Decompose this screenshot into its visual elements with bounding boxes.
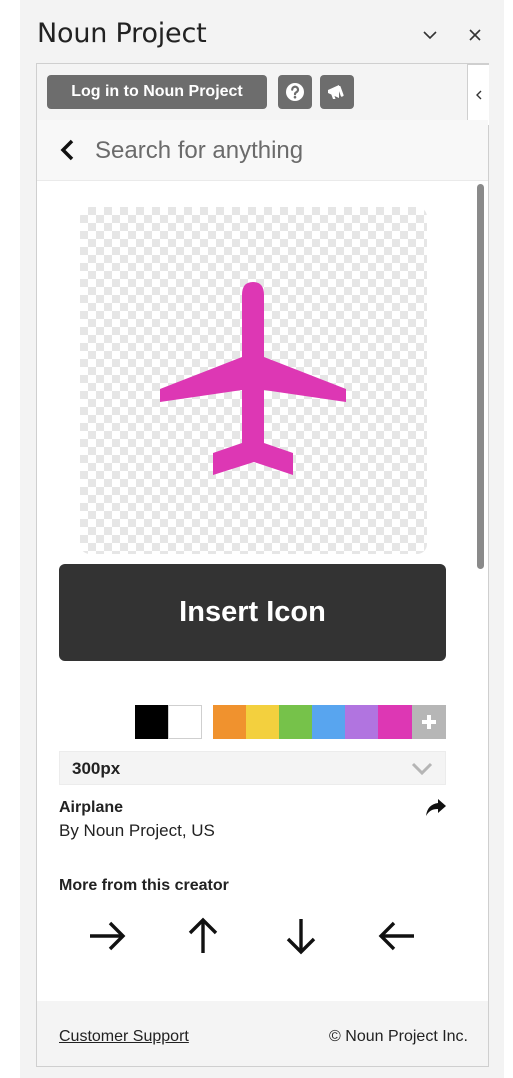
share-icon[interactable] [425,796,447,818]
color-swatch-magenta[interactable] [378,705,412,739]
help-button[interactable] [278,75,312,109]
collapse-panel-button[interactable] [467,64,489,126]
back-button[interactable] [57,138,77,162]
scrollbar-thumb[interactable] [477,184,484,569]
size-select[interactable]: 300px [59,751,446,785]
icon-name: Airplane [59,799,124,816]
icon-preview [80,207,427,554]
task-pane: Noun Project Log in to Noun Project Sear… [20,0,504,1078]
add-color-button[interactable] [412,705,446,739]
color-swatch-yellow[interactable] [246,705,279,739]
chevron-down-icon [411,762,433,776]
help-icon [286,83,304,101]
search-input[interactable]: Search for anything [95,137,303,165]
color-swatch-orange[interactable] [213,705,246,739]
search-bar[interactable]: Search for anything [37,120,488,181]
arrow-left-icon[interactable] [373,912,421,960]
announcements-button[interactable] [320,75,354,109]
insert-icon-button[interactable]: Insert Icon [59,564,446,661]
color-swatch-white[interactable] [168,705,202,739]
color-swatch-blue[interactable] [312,705,345,739]
footer: Customer Support © Noun Project Inc. [37,1001,488,1066]
color-swatch-purple[interactable] [345,705,378,739]
pane-title: Noun Project [37,18,207,49]
chevron-left-icon [475,90,481,100]
pane-close-button[interactable] [462,22,488,48]
arrow-down-icon[interactable] [277,912,325,960]
more-from-creator-title: More from this creator [59,877,229,894]
airplane-icon [160,282,346,475]
top-bar: Log in to Noun Project [37,64,488,120]
arrow-up-icon[interactable] [179,912,227,960]
addin-frame: Log in to Noun Project Search for anythi… [36,63,489,1067]
size-value: 300px [72,759,121,778]
close-icon [469,29,481,41]
plus-icon [422,715,436,729]
customer-support-link[interactable]: Customer Support [59,1028,189,1046]
color-swatch-black[interactable] [135,705,168,739]
arrow-right-icon[interactable] [83,912,131,960]
icon-creator: By Noun Project, US [59,821,215,840]
chevron-down-icon [423,31,437,40]
color-swatch-green[interactable] [279,705,312,739]
copyright: © Noun Project Inc. [329,1028,468,1045]
pane-options-button[interactable] [417,22,443,48]
back-chevron-icon [60,139,74,161]
megaphone-icon [328,85,344,99]
login-button[interactable]: Log in to Noun Project [47,75,267,109]
